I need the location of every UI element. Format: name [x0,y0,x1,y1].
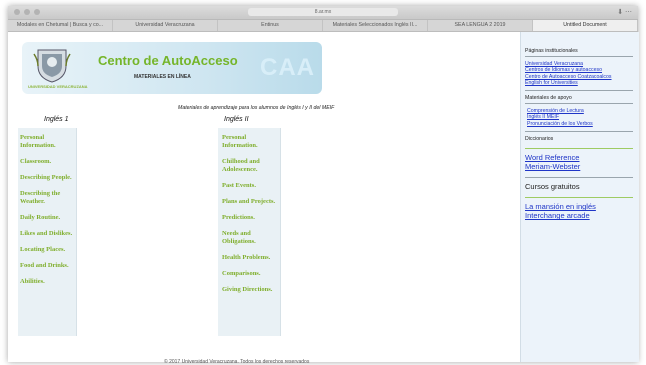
divider [525,197,633,199]
institucionales-title: Páginas institucionales [525,48,578,54]
ingles1-topic-link[interactable]: Food and Drinks. [20,262,76,270]
site-title: Centro de AutoAcceso [98,53,238,68]
ingles2-topic-link[interactable]: Plans and Projects. [222,198,280,206]
header-banner: UNIVERSIDAD VERACRUZANA Centro de AutoAc… [22,42,322,94]
tab-bar: Modales en Chetumal | Busca y co... Unive… [8,20,638,32]
browser-tab[interactable]: Untitled Document [533,20,638,31]
apoyo-link[interactable]: Pronunciación de los Verbos [527,121,633,127]
ingles1-topic-link[interactable]: Personal Information. [20,134,76,150]
cursos-link[interactable]: La mansión en inglés [525,202,633,211]
university-name: UNIVERSIDAD VERACRUZANA [28,84,88,89]
sidebar: Páginas institucionales Universidad Vera… [520,32,639,362]
ingles2-topic-link[interactable]: Giving Directions. [222,286,280,294]
browser-tab[interactable]: Entinus [218,20,323,31]
ingles1-heading: Inglés 1 [44,116,69,123]
browser-tab[interactable]: Materiales Seleccionados Inglés II... [323,20,428,31]
title-bar: 8.ar.mx ⬇ ⋯ [8,6,638,20]
institucionales-link[interactable]: English for Universities [525,80,633,86]
divider [525,148,633,150]
divider [525,103,633,105]
minimize-dot-icon[interactable] [24,9,30,15]
cursos-links: La mansión en inglés Interchange arcade [525,202,633,220]
diccionarios-links: Word Reference Meriam-Webster [525,153,633,171]
ingles1-topic-link[interactable]: Classroom. [20,158,76,166]
university-crest-icon [33,49,71,83]
ingles2-topic-link[interactable]: Needs and Obligations. [222,230,280,246]
toolbar-icons[interactable]: ⬇ ⋯ [617,8,632,16]
ingles1-list: Personal Information. Classroom. Describin… [18,128,77,336]
caa-logo: CAA [260,54,315,81]
browser-tab[interactable]: SEA LENGUA 2 2019 [428,20,533,31]
close-dot-icon[interactable] [14,9,20,15]
ingles2-topic-link[interactable]: Health Problems. [222,254,280,262]
ingles2-heading: Inglés II [224,116,249,123]
ingles2-topic-link[interactable]: Personal Information. [222,134,280,150]
browser-window: 8.ar.mx ⬇ ⋯ Modales en Chetumal | Busca … [8,6,639,365]
divider [525,56,633,57]
ingles2-list: Personal Information. Chilhood and Adoles… [218,128,281,336]
divider [525,131,633,133]
ingles1-topic-link[interactable]: Daily Routine. [20,214,76,222]
ingles2-topic-link[interactable]: Predictions. [222,214,280,222]
ingles1-topic-link[interactable]: Describing the Weather. [20,190,76,206]
page-content: UNIVERSIDAD VERACRUZANA Centro de AutoAc… [8,32,639,365]
ingles1-topic-link[interactable]: Describing People. [20,174,76,182]
address-bar[interactable]: 8.ar.mx [248,8,398,16]
ingles1-topic-link[interactable]: Likes and Dislikes. [20,230,76,238]
main-area: UNIVERSIDAD VERACRUZANA Centro de AutoAc… [8,32,520,365]
apoyo-title: Materiales de apoyo [525,95,572,102]
diccionarios-title: Diccionarios [525,136,554,143]
zoom-dot-icon[interactable] [34,9,40,15]
ingles2-topic-link[interactable]: Past Events. [222,182,280,190]
divider [525,177,633,179]
site-subtitle: MATERIALES EN LÍNEA [134,74,191,80]
browser-tab[interactable]: Modales en Chetumal | Busca y co... [8,20,113,31]
ingles1-topic-link[interactable]: Locating Places. [20,246,76,254]
ingles1-topic-link[interactable]: Abilities. [20,278,76,286]
browser-tab[interactable]: Universidad Veracruzana [113,20,218,31]
ingles2-topic-link[interactable]: Comparisons. [222,270,280,278]
cursos-link[interactable]: Interchange arcade [525,211,633,220]
diccionarios-link[interactable]: Word Reference [525,153,633,162]
cursos-title: Cursos gratuitos [525,182,580,192]
intro-text: Materiales de aprendizaje para los alumn… [178,105,335,111]
ingles2-topic-link[interactable]: Chilhood and Adolescence. [222,158,280,174]
footer: © 2017 Universidad Veracruzana. Todos lo… [164,359,310,365]
apoyo-links: Comprensión de Lectura Inglés II MEIF Pron… [525,108,633,127]
diccionarios-link[interactable]: Meriam-Webster [525,162,633,171]
institucionales-links: Universidad Veracruzana Centros de Idioma… [525,61,633,86]
divider [525,90,633,92]
window-controls[interactable] [14,9,40,15]
